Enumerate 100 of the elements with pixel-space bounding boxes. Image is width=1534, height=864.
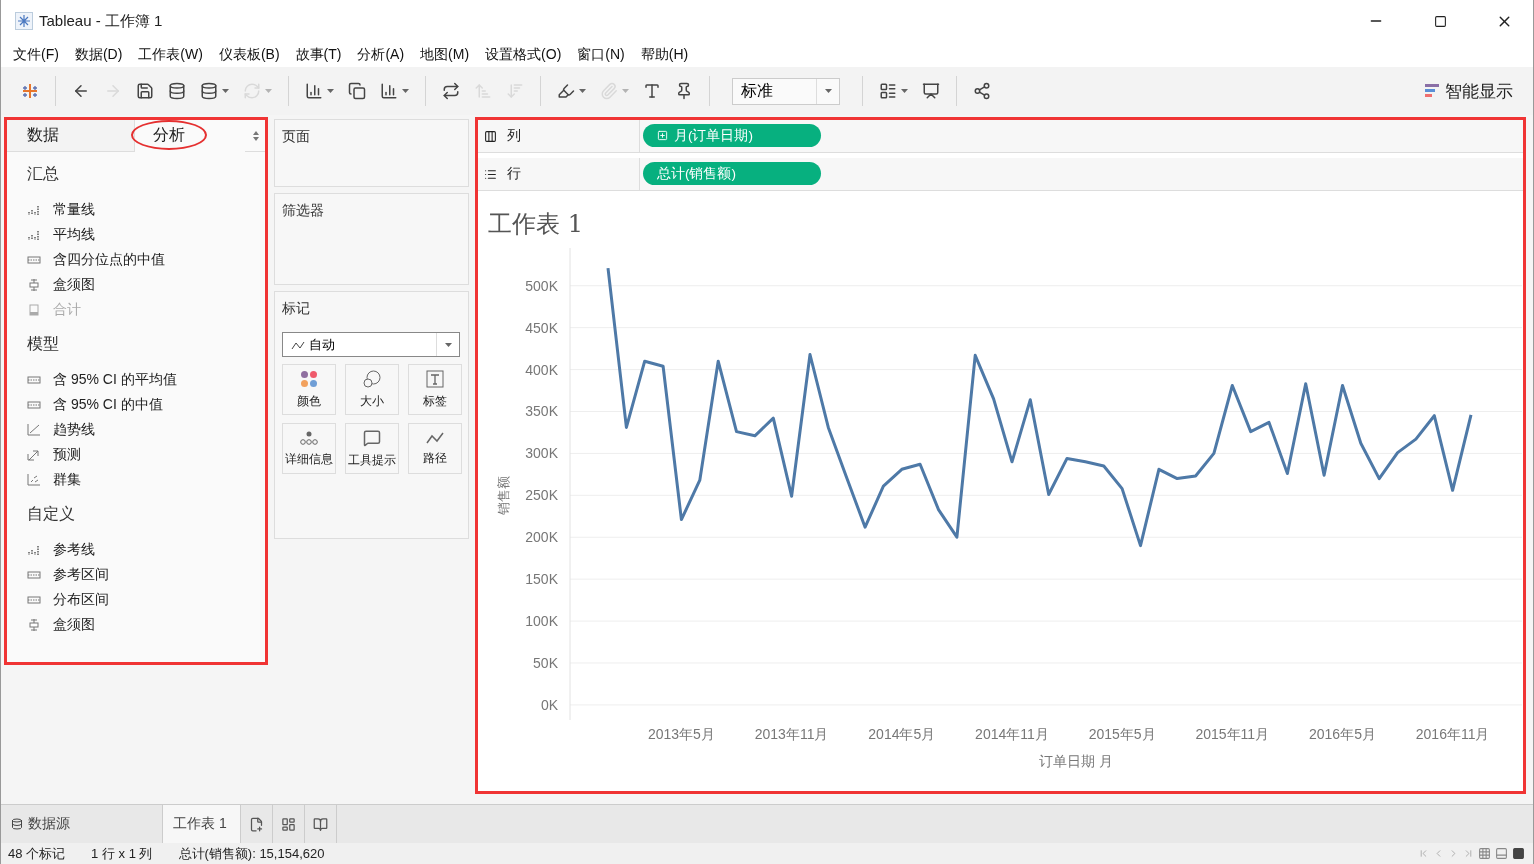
copy-icon[interactable]	[348, 82, 366, 100]
caret-icon[interactable]	[579, 89, 586, 93]
mark-property-button[interactable]: 标签	[408, 364, 462, 415]
analytics-item[interactable]: 参考线	[53, 540, 95, 559]
database-icon	[11, 818, 23, 830]
caret-icon[interactable]	[402, 89, 409, 93]
menu-item[interactable]: 文件(F)	[5, 45, 67, 64]
menu-item[interactable]: 窗口(N)	[569, 45, 633, 64]
axis-tick-label: 2016年5月	[1309, 726, 1376, 742]
analytics-item[interactable]: 群集	[53, 470, 81, 489]
database-icon[interactable]	[168, 82, 186, 100]
mark-type-dropdown[interactable]: 自动	[282, 332, 460, 357]
maximize-icon[interactable]	[1433, 14, 1447, 28]
caret-icon[interactable]	[222, 89, 229, 93]
dots-icon	[300, 369, 318, 388]
analytics-item[interactable]: 趋势线	[53, 420, 95, 439]
logo-icon[interactable]	[21, 82, 39, 100]
analytics-item[interactable]: 平均线	[53, 225, 95, 244]
line-icon	[291, 339, 305, 350]
sort-arrows-icon[interactable]	[253, 130, 259, 141]
analytics-item[interactable]: 参考区间	[53, 565, 109, 584]
caret-icon[interactable]	[824, 89, 832, 93]
band-icon	[27, 593, 41, 606]
analytics-item[interactable]: 盒须图	[53, 275, 95, 294]
cards-icon[interactable]	[879, 82, 897, 100]
analytics-item[interactable]: 含 95% CI 的中值	[53, 395, 163, 414]
caret-icon[interactable]	[901, 89, 908, 93]
highlighter-icon[interactable]	[557, 82, 575, 100]
card-title: 标记	[282, 300, 311, 318]
axis-title: 销售额	[496, 475, 511, 515]
arrow-icon	[27, 448, 41, 461]
filmstrip-icon[interactable]	[1495, 847, 1508, 860]
menu-item[interactable]: 仪表板(B)	[210, 45, 288, 64]
axis-tick-label: 2016年11月	[1415, 726, 1490, 742]
bars-icon	[27, 228, 41, 241]
mark-property-button[interactable]: 工具提示	[345, 423, 399, 474]
analytics-item[interactable]: 预测	[53, 445, 81, 464]
box-plot-icon	[27, 278, 41, 291]
sheet-title: 工作表 1	[488, 209, 584, 240]
status-text: 总计(销售额): 15,154,620	[178, 844, 325, 863]
analytics-item[interactable]: 常量线	[53, 200, 95, 219]
panel-tab[interactable]: 数据	[7, 120, 135, 152]
band-icon	[27, 253, 41, 266]
mark-property-button[interactable]: 颜色	[282, 364, 336, 415]
back-icon[interactable]	[72, 82, 90, 100]
save-icon[interactable]	[136, 82, 154, 100]
menu-item[interactable]: 故事(T)	[287, 45, 350, 64]
shelf-label: 行	[507, 165, 521, 183]
shelf-label: 列	[507, 127, 521, 145]
axis-tick-label: 500K	[525, 277, 558, 294]
sheet-tab[interactable]: 工作表 1	[163, 805, 241, 843]
grid-icon[interactable]	[1478, 847, 1491, 860]
presentation-icon[interactable]	[922, 82, 940, 100]
axis-title: 订单日期 月	[1039, 753, 1113, 769]
dashboard-icon[interactable]	[281, 816, 296, 832]
band-icon	[27, 398, 41, 411]
status-text: 48 个标记	[8, 844, 66, 863]
share-icon[interactable]	[973, 82, 991, 100]
menu-item[interactable]: 帮助(H)	[632, 45, 697, 64]
analytics-item[interactable]: 含 95% CI 的平均值	[53, 370, 177, 389]
database-icon[interactable]	[200, 82, 218, 100]
book-icon[interactable]	[313, 816, 328, 832]
swap-icon[interactable]	[442, 82, 460, 100]
columns-icon	[484, 129, 497, 143]
mark-property-button[interactable]: 大小	[345, 364, 399, 415]
analytics-item[interactable]: 含四分位点的中值	[53, 250, 165, 269]
axis-tick-label: 250K	[525, 487, 558, 504]
file-plus-icon[interactable]	[249, 816, 264, 832]
analytics-item[interactable]: 分布区间	[53, 590, 109, 609]
chart-icon[interactable]	[305, 82, 323, 100]
text-icon[interactable]	[643, 82, 661, 100]
section-heading: 汇总	[27, 164, 60, 184]
show-me-button[interactable]: 智能显示	[1419, 78, 1519, 104]
path-icon	[426, 430, 444, 445]
axis-tick-label: 2015年11月	[1195, 726, 1270, 742]
fit-dropdown[interactable]: 标准	[732, 77, 840, 105]
expand-icon[interactable]	[657, 130, 668, 141]
chart-icon[interactable]	[380, 82, 398, 100]
caret-icon[interactable]	[444, 342, 452, 347]
menu-item[interactable]: 地图(M)	[412, 45, 478, 64]
pin-icon[interactable]	[675, 82, 693, 100]
card-title: 页面	[282, 128, 311, 146]
mark-property-button[interactable]: 详细信息	[282, 423, 336, 474]
square-icon[interactable]	[1512, 847, 1525, 860]
menu-item[interactable]: 数据(D)	[66, 45, 131, 64]
axis-tick-label: 0K	[540, 696, 558, 713]
status-text: 1 行 x 1 列	[91, 844, 153, 863]
square-icon	[27, 303, 41, 316]
box-plot-icon	[27, 618, 41, 631]
menu-item[interactable]: 工作表(W)	[130, 45, 211, 64]
axis-tick-label: 200K	[525, 529, 558, 546]
menu-item[interactable]: 设置格式(O)	[477, 45, 570, 64]
menu-item[interactable]: 分析(A)	[349, 45, 413, 64]
analytics-item[interactable]: 盒须图	[53, 615, 95, 634]
bars-icon	[1425, 83, 1439, 99]
caret-icon[interactable]	[327, 89, 334, 93]
axis-tick-label: 400K	[525, 361, 558, 378]
rows-icon	[484, 167, 497, 181]
mark-property-button[interactable]: 路径	[408, 423, 462, 474]
section-heading: 自定义	[27, 504, 76, 524]
